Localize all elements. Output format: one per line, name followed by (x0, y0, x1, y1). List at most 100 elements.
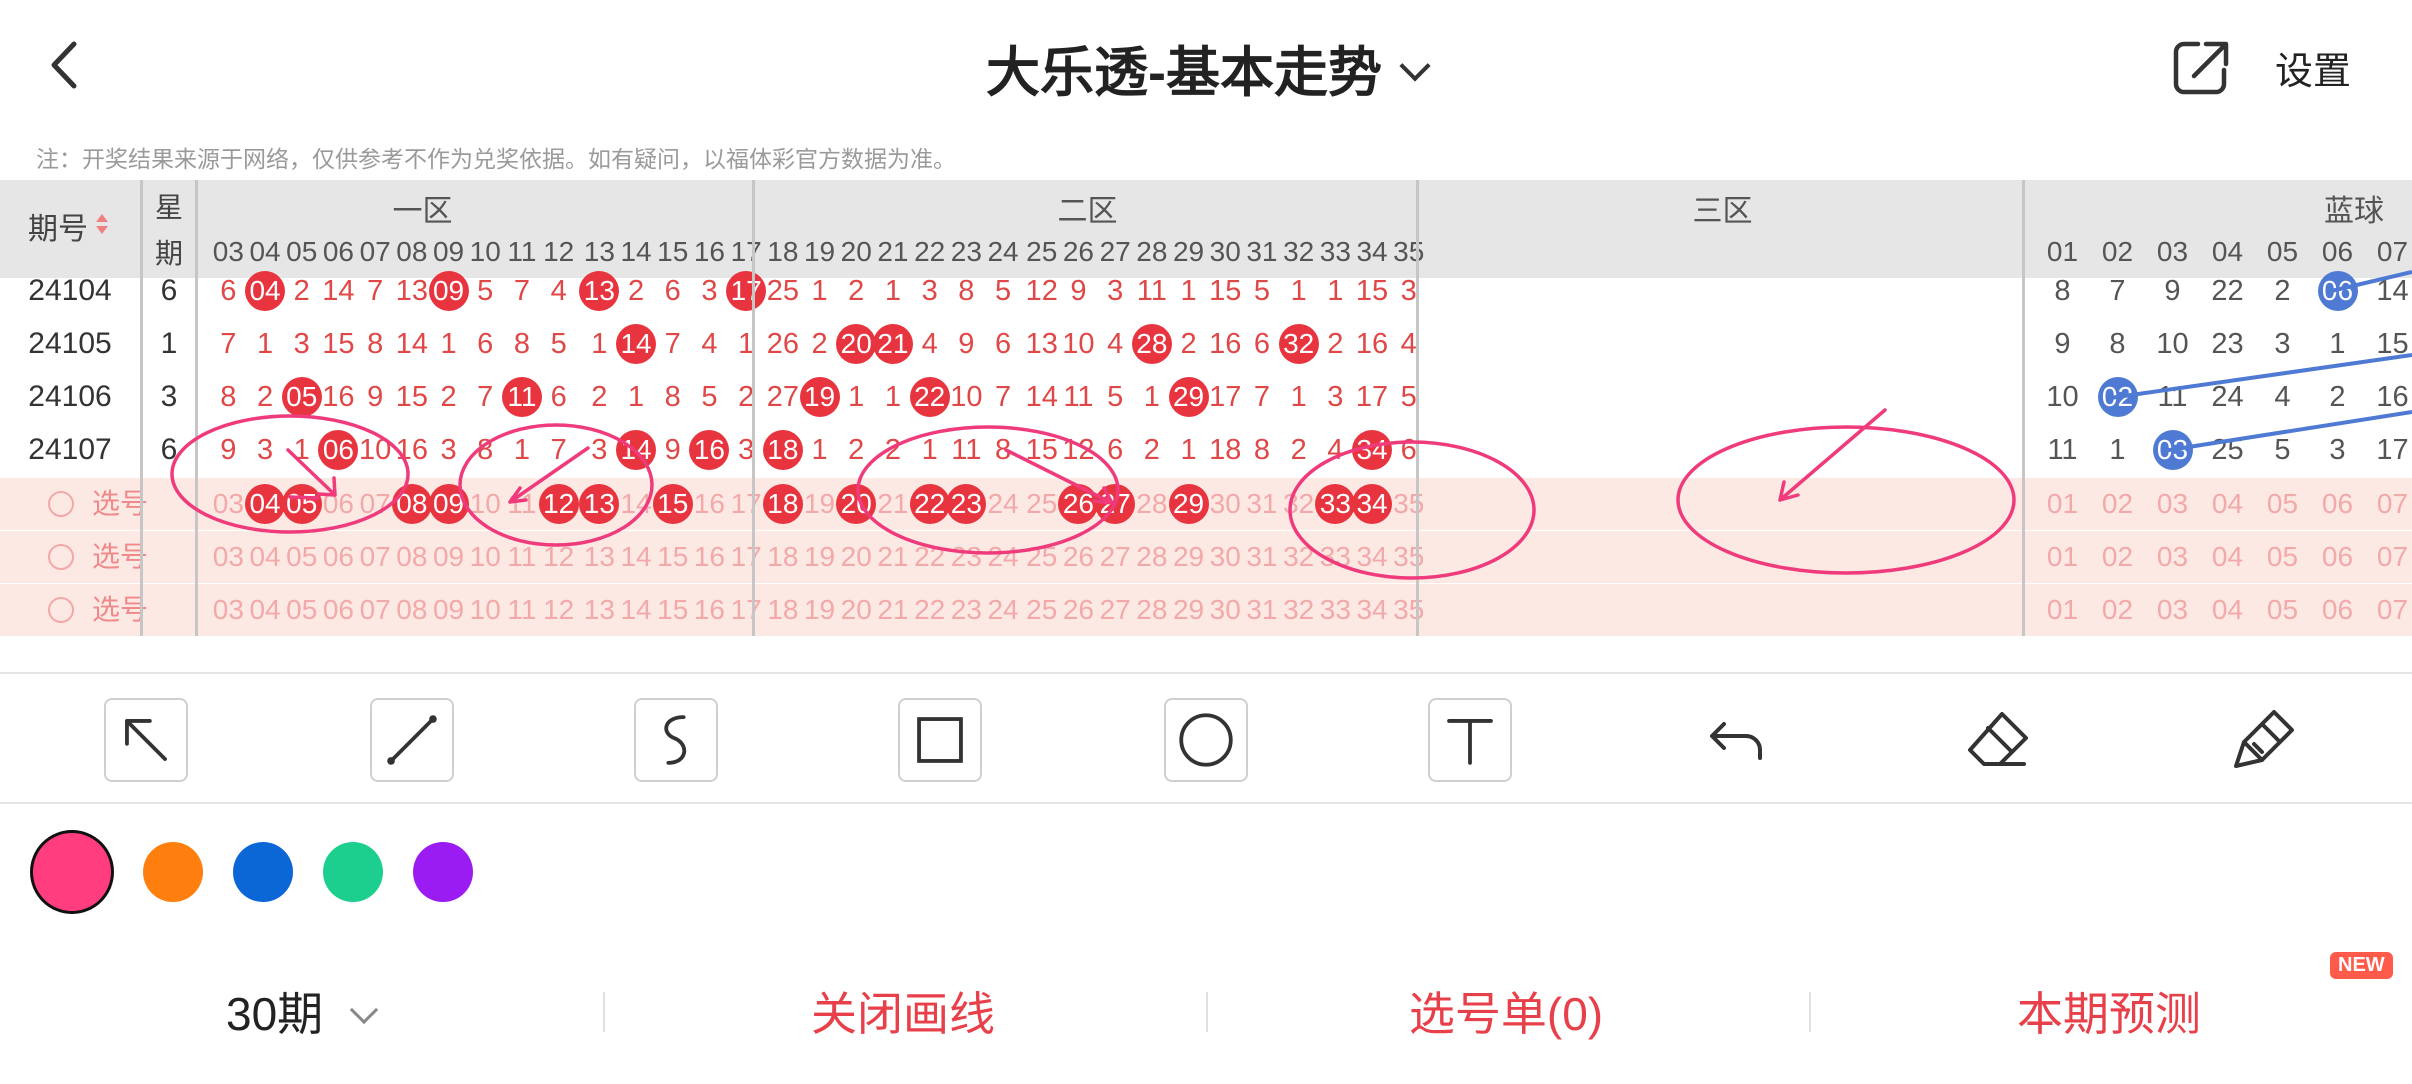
share-icon[interactable] (2170, 36, 2232, 98)
select-number[interactable]: 19 (801, 478, 838, 530)
select-number[interactable]: 19 (801, 531, 838, 583)
select-number[interactable]: 29 (1170, 584, 1207, 636)
line-tool-icon[interactable] (370, 698, 454, 782)
select-number[interactable]: 18 (765, 531, 802, 583)
select-number[interactable]: 30 (1207, 478, 1244, 530)
selected-number-ball[interactable]: 04 (245, 484, 286, 524)
select-number[interactable]: 28 (1134, 531, 1171, 583)
select-number[interactable]: 21 (875, 478, 912, 530)
select-blue-number[interactable]: 02 (2090, 584, 2145, 636)
select-number[interactable]: 32 (1280, 584, 1317, 636)
select-number[interactable]: 32 (1280, 478, 1317, 530)
selection-list-button[interactable]: 选号单(0) (1206, 978, 1806, 1044)
select-number[interactable]: 07 (357, 478, 394, 530)
select-number[interactable]: 33 (1317, 584, 1354, 636)
select-number[interactable]: 27 (1097, 584, 1134, 636)
select-number[interactable]: 14 (618, 531, 655, 583)
selected-number-ball[interactable]: 27 (1095, 484, 1136, 524)
select-blue-number[interactable]: 07 (2365, 531, 2412, 583)
select-number[interactable]: 24 (985, 531, 1022, 583)
select-number[interactable]: 11 (504, 531, 541, 583)
selected-number-ball[interactable]: 13 (579, 484, 620, 524)
select-number[interactable]: 04 (247, 584, 284, 636)
select-number[interactable]: 31 (1244, 584, 1281, 636)
select-radio[interactable] (48, 544, 74, 570)
select-number[interactable]: 33 (1317, 531, 1354, 583)
select-blue-number[interactable]: 05 (2255, 478, 2310, 530)
select-number[interactable]: 10 (467, 478, 504, 530)
select-number[interactable]: 03 (210, 584, 247, 636)
color-swatch-blue[interactable] (233, 842, 293, 902)
select-number[interactable]: 10 (467, 531, 504, 583)
color-swatch-purple[interactable] (413, 842, 473, 902)
select-blue-number[interactable]: 02 (2090, 531, 2145, 583)
select-number[interactable]: 26 (1060, 584, 1097, 636)
select-number[interactable]: 23 (948, 531, 985, 583)
curve-tool-icon[interactable] (634, 698, 718, 782)
select-blue-number[interactable]: 05 (2255, 531, 2310, 583)
select-number[interactable]: 17 (728, 531, 765, 583)
select-blue-number[interactable]: 02 (2090, 478, 2145, 530)
select-number[interactable]: 05 (283, 584, 320, 636)
select-number[interactable]: 31 (1244, 478, 1281, 530)
select-number[interactable]: 09 (430, 584, 467, 636)
select-number[interactable]: 10 (467, 584, 504, 636)
period-header[interactable]: 期号 (28, 204, 88, 248)
select-number[interactable]: 14 (618, 478, 655, 530)
select-number[interactable]: 17 (728, 584, 765, 636)
select-number[interactable]: 26 (1060, 531, 1097, 583)
select-radio[interactable] (48, 597, 74, 623)
select-number[interactable]: 13 (581, 584, 618, 636)
select-number[interactable]: 30 (1207, 584, 1244, 636)
select-blue-number[interactable]: 05 (2255, 584, 2310, 636)
select-number[interactable]: 08 (394, 531, 431, 583)
brush-clear-icon[interactable] (2222, 698, 2306, 782)
selected-number-ball[interactable]: 33 (1315, 484, 1356, 524)
selected-number-ball[interactable]: 23 (946, 484, 987, 524)
select-number[interactable]: 30 (1207, 531, 1244, 583)
selected-number-ball[interactable]: 20 (836, 484, 877, 524)
select-number[interactable]: 28 (1134, 478, 1171, 530)
select-number[interactable]: 34 (1354, 531, 1391, 583)
select-number[interactable]: 19 (801, 584, 838, 636)
select-number[interactable]: 06 (320, 531, 357, 583)
selected-number-ball[interactable]: 18 (762, 484, 803, 524)
select-number[interactable]: 35 (1390, 584, 1427, 636)
select-number[interactable]: 16 (691, 584, 728, 636)
select-number[interactable]: 05 (283, 531, 320, 583)
select-number[interactable]: 32 (1280, 531, 1317, 583)
trend-table[interactable]: 期号星期一区 二区 三区 蓝球 03 04 05 06 07 08 09 10 11 12 13 14 15 16… (0, 180, 2412, 636)
select-number[interactable]: 06 (320, 478, 357, 530)
select-blue-number[interactable]: 07 (2365, 478, 2412, 530)
select-number[interactable]: 34 (1354, 584, 1391, 636)
select-blue-number[interactable]: 03 (2145, 584, 2200, 636)
select-blue-number[interactable]: 03 (2145, 531, 2200, 583)
select-number[interactable]: 21 (875, 584, 912, 636)
selected-number-ball[interactable]: 22 (909, 484, 950, 524)
period-count-dropdown[interactable]: 30期 (0, 978, 600, 1044)
select-radio[interactable] (48, 491, 74, 517)
close-drawing-button[interactable]: 关闭画线 (603, 978, 1203, 1044)
text-tool-icon[interactable] (1428, 698, 1512, 782)
color-swatch-orange[interactable] (143, 842, 203, 902)
select-number[interactable]: 24 (985, 478, 1022, 530)
color-swatch-green[interactable] (323, 842, 383, 902)
eraser-icon[interactable] (1956, 698, 2040, 782)
select-number[interactable]: 31 (1244, 531, 1281, 583)
select-number[interactable]: 15 (654, 584, 691, 636)
circle-tool-icon[interactable] (1164, 698, 1248, 782)
select-blue-number[interactable]: 01 (2035, 531, 2090, 583)
select-number[interactable]: 16 (691, 478, 728, 530)
selected-number-ball[interactable]: 15 (652, 484, 693, 524)
select-number[interactable]: 14 (618, 584, 655, 636)
select-number[interactable]: 07 (357, 584, 394, 636)
select-number[interactable]: 11 (504, 584, 541, 636)
select-number[interactable]: 04 (247, 531, 284, 583)
selected-number-ball[interactable]: 26 (1058, 484, 1099, 524)
select-number[interactable]: 28 (1134, 584, 1171, 636)
select-number[interactable]: 20 (838, 531, 875, 583)
select-number[interactable]: 08 (394, 584, 431, 636)
select-number[interactable]: 22 (911, 584, 948, 636)
select-number[interactable]: 17 (728, 478, 765, 530)
select-blue-number[interactable]: 04 (2200, 531, 2255, 583)
